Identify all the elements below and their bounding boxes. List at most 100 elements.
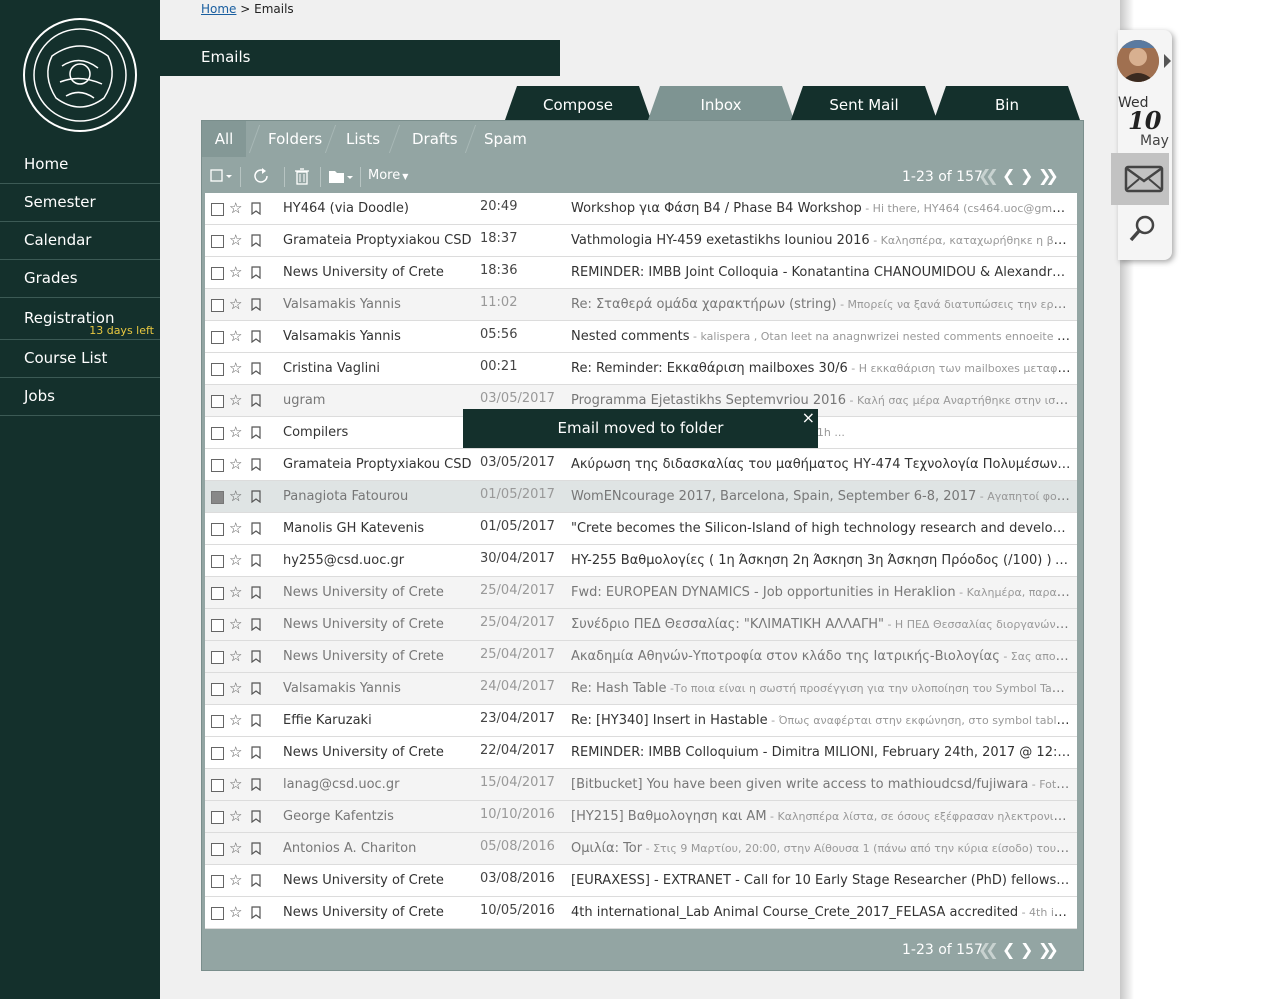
bookmark-icon[interactable] <box>251 234 261 247</box>
subtab-spam[interactable]: Spam <box>484 121 527 157</box>
delete-button[interactable] <box>292 165 312 187</box>
star-icon[interactable]: ☆ <box>229 359 242 377</box>
email-row[interactable]: ☆ Gramateia Proptyxiakou CSD 03/05/2017 Ακύ… <box>205 449 1077 481</box>
row-checkbox[interactable] <box>211 459 224 472</box>
email-row[interactable]: ☆ Effie Karuzaki 23/04/2017 Re: [HY340] Ins… <box>205 705 1077 737</box>
sidebar-item-semester[interactable]: Semester <box>0 184 160 222</box>
star-icon[interactable]: ☆ <box>229 871 242 889</box>
star-icon[interactable]: ☆ <box>229 519 242 537</box>
email-row[interactable]: ☆ George Kafentzis 10/10/2016 [HY215] Βαθμο… <box>205 801 1077 833</box>
row-checkbox[interactable] <box>211 875 224 888</box>
bookmark-icon[interactable] <box>251 522 261 535</box>
row-checkbox[interactable] <box>211 907 224 920</box>
move-to-folder-dropdown[interactable] <box>327 165 355 187</box>
star-icon[interactable]: ☆ <box>229 743 242 761</box>
star-icon[interactable]: ☆ <box>229 231 242 249</box>
email-row[interactable]: ☆ Valsamakis Yannis 24/04/2017 Re: Hash Tab… <box>205 673 1077 705</box>
bookmark-icon[interactable] <box>251 874 261 887</box>
avatar[interactable] <box>1117 40 1159 82</box>
row-checkbox[interactable] <box>211 651 224 664</box>
row-checkbox[interactable] <box>211 747 224 760</box>
select-all-dropdown[interactable] <box>210 165 234 187</box>
star-icon[interactable]: ☆ <box>229 839 242 857</box>
subtab-folders[interactable]: Folders <box>268 121 322 157</box>
email-row[interactable]: ☆ News University of Crete 25/04/2017 Συνέδ… <box>205 609 1077 641</box>
tab-compose[interactable]: Compose <box>505 86 651 120</box>
sidebar-item-course-list[interactable]: Course List <box>0 340 160 378</box>
bookmark-icon[interactable] <box>251 394 261 407</box>
tab-sent-mail[interactable]: Sent Mail <box>791 86 937 120</box>
email-row[interactable]: ☆ Manolis GH Katevenis 01/05/2017 "Crete be… <box>205 513 1077 545</box>
tab-bin[interactable]: Bin <box>934 86 1080 120</box>
email-row[interactable]: ☆ News University of Crete 25/04/2017 Fwd: … <box>205 577 1077 609</box>
star-icon[interactable]: ☆ <box>229 327 242 345</box>
more-dropdown[interactable]: More ▼ <box>368 165 412 187</box>
row-checkbox[interactable] <box>211 523 224 536</box>
bookmark-icon[interactable] <box>251 330 261 343</box>
first-page-button[interactable]: ❮❮ <box>978 165 999 187</box>
email-row[interactable]: ☆ lanag@csd.uoc.gr 15/04/2017 [Bitbucket] Y… <box>205 769 1077 801</box>
breadcrumb-home-link[interactable]: Home <box>201 2 236 16</box>
bookmark-icon[interactable] <box>251 778 261 791</box>
bookmark-icon[interactable] <box>251 618 261 631</box>
bookmark-icon[interactable] <box>251 586 261 599</box>
star-icon[interactable]: ☆ <box>229 583 242 601</box>
email-row[interactable]: ☆ Valsamakis Yannis 05:56 Nested comments -… <box>205 321 1077 353</box>
bookmark-icon[interactable] <box>251 650 261 663</box>
prev-page-button-bottom[interactable]: ❮ <box>1002 939 1015 961</box>
row-checkbox[interactable] <box>211 395 224 408</box>
row-checkbox[interactable] <box>211 331 224 344</box>
email-row[interactable]: ☆ Panagiota Fatourou 01/05/2017 WomENcourag… <box>205 481 1077 513</box>
email-row[interactable]: ☆ HY464 (via Doodle) 20:49 Workshop για Φάσ… <box>205 193 1077 225</box>
row-checkbox[interactable] <box>211 427 224 440</box>
star-icon[interactable]: ☆ <box>229 199 242 217</box>
star-icon[interactable]: ☆ <box>229 423 242 441</box>
search-button[interactable] <box>1126 212 1160 246</box>
row-checkbox[interactable] <box>211 299 224 312</box>
email-row[interactable]: ☆ News University of Crete 18:36 REMINDER: … <box>205 257 1077 289</box>
last-page-button-bottom[interactable]: ❯❯ <box>1038 939 1059 961</box>
email-row[interactable]: ☆ Cristina Vaglini 00:21 Re: Reminder: Εκκα… <box>205 353 1077 385</box>
email-row[interactable]: ☆ hy255@csd.uoc.gr 30/04/2017 HY-255 Βαθμολ… <box>205 545 1077 577</box>
next-page-button[interactable]: ❯ <box>1020 165 1033 187</box>
next-page-button-bottom[interactable]: ❯ <box>1020 939 1033 961</box>
sidebar-item-registration[interactable]: Registration 13 days left <box>0 298 160 340</box>
bookmark-icon[interactable] <box>251 458 261 471</box>
row-checkbox[interactable] <box>211 683 224 696</box>
subtab-drafts[interactable]: Drafts <box>412 121 458 157</box>
email-row[interactable]: ☆ News University of Crete 03/08/2016 [EURA… <box>205 865 1077 897</box>
star-icon[interactable]: ☆ <box>229 903 242 921</box>
avatar-menu-arrow-icon[interactable] <box>1164 54 1171 68</box>
subtab-lists[interactable]: Lists <box>346 121 380 157</box>
row-checkbox[interactable] <box>211 267 224 280</box>
row-checkbox[interactable] <box>211 811 224 824</box>
email-row[interactable]: ☆ Valsamakis Yannis 11:02 Re: Σταθερά ομάδα… <box>205 289 1077 321</box>
star-icon[interactable]: ☆ <box>229 711 242 729</box>
bookmark-icon[interactable] <box>251 298 261 311</box>
bookmark-icon[interactable] <box>251 746 261 759</box>
bookmark-icon[interactable] <box>251 362 261 375</box>
first-page-button-bottom[interactable]: ❮❮ <box>978 939 999 961</box>
last-page-button[interactable]: ❯❯ <box>1038 165 1059 187</box>
star-icon[interactable]: ☆ <box>229 391 242 409</box>
email-row[interactable]: ☆ News University of Crete 22/04/2017 REMIN… <box>205 737 1077 769</box>
row-checkbox[interactable] <box>211 555 224 568</box>
star-icon[interactable]: ☆ <box>229 807 242 825</box>
star-icon[interactable]: ☆ <box>229 295 242 313</box>
bookmark-icon[interactable] <box>251 714 261 727</box>
refresh-button[interactable] <box>252 165 272 187</box>
star-icon[interactable]: ☆ <box>229 679 242 697</box>
row-checkbox[interactable] <box>211 715 224 728</box>
mail-button[interactable] <box>1111 153 1169 205</box>
star-icon[interactable]: ☆ <box>229 263 242 281</box>
row-checkbox[interactable] <box>211 491 224 504</box>
tab-inbox[interactable]: Inbox <box>648 86 794 120</box>
prev-page-button[interactable]: ❮ <box>1002 165 1015 187</box>
star-icon[interactable]: ☆ <box>229 775 242 793</box>
row-checkbox[interactable] <box>211 587 224 600</box>
sidebar-item-calendar[interactable]: Calendar <box>0 222 160 260</box>
email-row[interactable]: ☆ News University of Crete 25/04/2017 Ακαδη… <box>205 641 1077 673</box>
bookmark-icon[interactable] <box>251 426 261 439</box>
bookmark-icon[interactable] <box>251 266 261 279</box>
bookmark-icon[interactable] <box>251 202 261 215</box>
